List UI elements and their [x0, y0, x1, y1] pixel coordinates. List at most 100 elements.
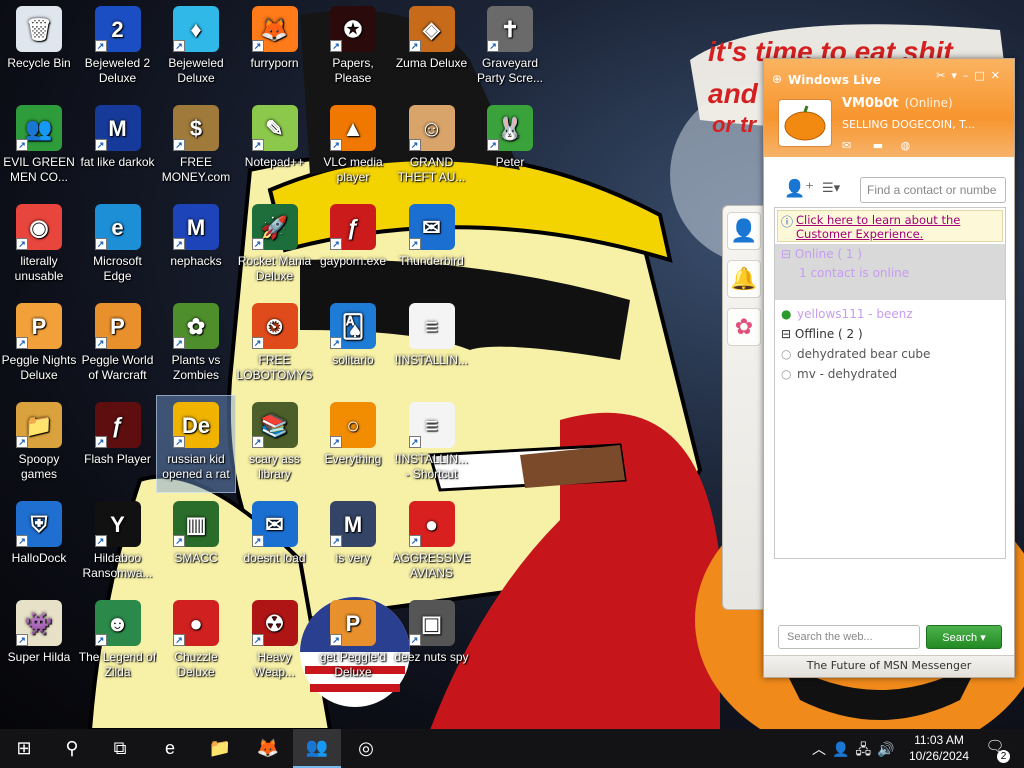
shortcut-arrow-icon: ↗	[330, 634, 342, 646]
msn-buddies-icon[interactable]: 👥	[293, 729, 341, 768]
desktop-icon[interactable]: ✝ ↗ Graveyard Party Scre...	[471, 0, 549, 96]
desktop-icon[interactable]: 📚 ↗ scary ass library	[236, 396, 314, 492]
desktop-icon[interactable]: ≡ !INSTALLIN...	[393, 297, 471, 393]
flower-icon[interactable]: ✿	[727, 308, 761, 346]
maximize-button[interactable]: □	[974, 69, 990, 82]
desktop-icon[interactable]: 🂡 ↗ solitario	[314, 297, 392, 393]
desktop-icon[interactable]: ☢ ↗ Heavy Weap...	[236, 594, 314, 690]
add-contact-icon[interactable]: 👤⁺	[784, 179, 814, 199]
desktop-icon[interactable]: ✉ ↗ doesnt load	[236, 495, 314, 591]
shortcut-arrow-icon: ↗	[173, 337, 185, 349]
volume-icon[interactable]: 🔊	[877, 741, 900, 757]
online-group-header[interactable]: ⊟ Online ( 1 )	[775, 244, 1005, 264]
desktop-icon[interactable]: ♦ ↗ Bejeweled Deluxe	[157, 0, 235, 96]
desktop-icon[interactable]: $ ↗ FREE MONEY.com	[157, 99, 235, 195]
desktop-icon[interactable]: ◈ ↗ Zuma Deluxe	[393, 0, 471, 96]
desktop-icon[interactable]: 📁 ↗ Spoopy games	[0, 396, 78, 492]
ransomware-icon: Y ↗	[94, 501, 141, 547]
desktop-icon[interactable]: 👥 ↗ EVIL GREEN MEN CO...	[0, 99, 78, 195]
chevron-up-icon[interactable]: ︿	[812, 741, 832, 757]
desktop-icon[interactable]: ⛨ ↗ HalloDock	[0, 495, 78, 591]
msn-back-icon[interactable]: ⊕	[772, 72, 782, 86]
menu-chevron-icon[interactable]: ▾	[951, 69, 963, 82]
display-name[interactable]: VM0b0t (Online)	[842, 96, 953, 111]
search-ring-icon: ○ ↗	[330, 402, 376, 448]
personal-message[interactable]: SELLING DOGECOIN, T...	[842, 118, 975, 131]
mail-icon[interactable]: ✉	[842, 139, 851, 152]
task-view-icon[interactable]: ⧉	[96, 729, 144, 768]
bell-icon[interactable]: 🔔	[727, 260, 761, 298]
minimize-button[interactable]: –	[963, 69, 975, 82]
contact-offline-item[interactable]: ○ dehydrated bear cube	[775, 344, 1005, 364]
edge-icon[interactable]: e	[146, 729, 194, 768]
folder-icon[interactable]: ▬	[873, 139, 883, 152]
network-icon[interactable]: 🖧	[855, 741, 877, 757]
notification-center-button[interactable]: 🗨 2	[982, 737, 1010, 763]
file-explorer-icon[interactable]: 📁	[196, 729, 244, 768]
desktop-icon[interactable]: 🦊 ↗ furryporn	[236, 0, 314, 96]
desktop-icon[interactable]: ƒ ↗ Flash Player	[79, 396, 157, 492]
close-button[interactable]: ✕	[991, 69, 1006, 82]
desktop-icon[interactable]: P ↗ get Peggle'd Deluxe	[314, 594, 392, 690]
banner-link-line-2[interactable]: Customer Experience.	[796, 227, 923, 241]
web-search-input[interactable]: Search the web...	[778, 625, 920, 649]
taskbar-clock[interactable]: 11:03 AM 10/26/2024	[904, 732, 974, 764]
desktop-icon[interactable]: ≡ ↗ !INSTALLIN... - Shortcut	[393, 396, 471, 492]
desktop-icon[interactable]: 👾 ↗ Super Hilda	[0, 594, 78, 690]
desktop-icon[interactable]: ● ↗ Chuzzle Deluxe	[157, 594, 235, 690]
desktop-icon[interactable]: 🐰 ↗ Peter	[471, 99, 549, 195]
desktop-icon[interactable]: Y ↗ Hildaboo Ransomwa...	[79, 495, 157, 591]
desktop-icon[interactable]: M ↗ nephacks	[157, 198, 235, 294]
desktop-icon[interactable]: ▲ ↗ VLC media player	[314, 99, 392, 195]
find-contact-input[interactable]: Find a contact or numbe	[860, 177, 1006, 203]
contact-online-item[interactable]: ● yellows111 - beenz	[775, 304, 1005, 324]
offline-group-header[interactable]: ⊟ Offline ( 2 )	[775, 324, 1005, 344]
desktop-icon[interactable]: 2 ↗ Bejeweled 2 Deluxe	[79, 0, 157, 96]
desktop-icon-label: !INSTALLIN... - Shortcut	[394, 452, 469, 481]
desktop-icon[interactable]: P ↗ Peggle Nights Deluxe	[0, 297, 78, 393]
msn-tray-icon[interactable]: 👤	[832, 741, 855, 757]
desktop-icon[interactable]: P ↗ Peggle World of Warcraft	[79, 297, 157, 393]
bunny-icon: 🐰 ↗	[487, 105, 533, 151]
desktop-icon[interactable]: ✉ ↗ Thunderbird	[393, 198, 471, 294]
list-view-icon[interactable]: ☰▾	[822, 181, 840, 196]
banner-link-line-1[interactable]: Click here to learn about the	[796, 213, 960, 227]
contact-offline-item[interactable]: ○ mv - dehydrated	[775, 364, 1005, 384]
shortcut-arrow-icon: ↗	[330, 337, 342, 349]
desktop-icon[interactable]: ✎ ↗ Notepad++	[236, 99, 314, 195]
online-summary: 1 contact is online	[799, 266, 910, 280]
web-search-button[interactable]: Search ▾	[926, 625, 1002, 649]
desktop-icon[interactable]: ○ ↗ Everything	[314, 396, 392, 492]
avatar[interactable]	[778, 99, 832, 147]
desktop-icon[interactable]: ▣ ↗ deez nuts spy	[393, 594, 471, 690]
info-icon: ⓘ	[781, 215, 794, 229]
desktop-icon[interactable]: 🚀 ↗ Rocket Mania Deluxe	[236, 198, 314, 294]
desktop-icon[interactable]: ✪ ↗ Papers, Please	[314, 0, 392, 96]
desktop-icon[interactable]: ◉ ↗ literally unusable	[0, 198, 78, 294]
desktop-icon[interactable]: ● ↗ AGGRESSIVE AVIANS	[393, 495, 471, 591]
contacts-tab-icon[interactable]: 👤	[727, 212, 761, 250]
folder-icon: 📁 ↗	[16, 402, 62, 448]
shortcut-arrow-icon: ↗	[173, 535, 185, 547]
desktop-icon[interactable]: ▥ ↗ SMACC	[157, 495, 235, 591]
desktop-icon[interactable]: ✿ ↗ Plants vs Zombies	[157, 297, 235, 393]
desktop-icon[interactable]: M ↗ fat like darkok	[79, 99, 157, 195]
status-dropdown[interactable]: (Online)	[905, 96, 953, 110]
desktop-icon[interactable]: ☺ ↗ GRAND THEFT AU...	[393, 99, 471, 195]
search-icon[interactable]: ⚲	[48, 729, 96, 768]
desktop-icon[interactable]: ƒ ↗ gayporn.exe	[314, 198, 392, 294]
window-title: Windows Live	[788, 73, 881, 87]
desktop-icon[interactable]: ⏲ ↗ FREE LOBOTOMYS	[236, 297, 314, 393]
globe-icon[interactable]: ◍	[901, 139, 911, 152]
desktop-icon[interactable]: 🗑 Recycle Bin	[0, 0, 78, 96]
settings-icon[interactable]: ✂	[936, 69, 951, 82]
desktop-icon[interactable]: ☻ ↗ The Legend of Zilda	[79, 594, 157, 690]
desktop-icon[interactable]: M ↗ is very	[314, 495, 392, 591]
vlc-icon: ▲ ↗	[330, 105, 376, 151]
app-icon[interactable]: ◎	[342, 729, 390, 768]
desktop-icon[interactable]: e ↗ Microsoft Edge	[79, 198, 157, 294]
mpl-icon: M ↗	[94, 105, 141, 151]
windows-start-icon[interactable]: ⊞	[0, 729, 48, 768]
desktop-icon[interactable]: De ↗ russian kid opened a rat	[156, 395, 236, 493]
firefox-icon[interactable]: 🦊	[244, 729, 292, 768]
